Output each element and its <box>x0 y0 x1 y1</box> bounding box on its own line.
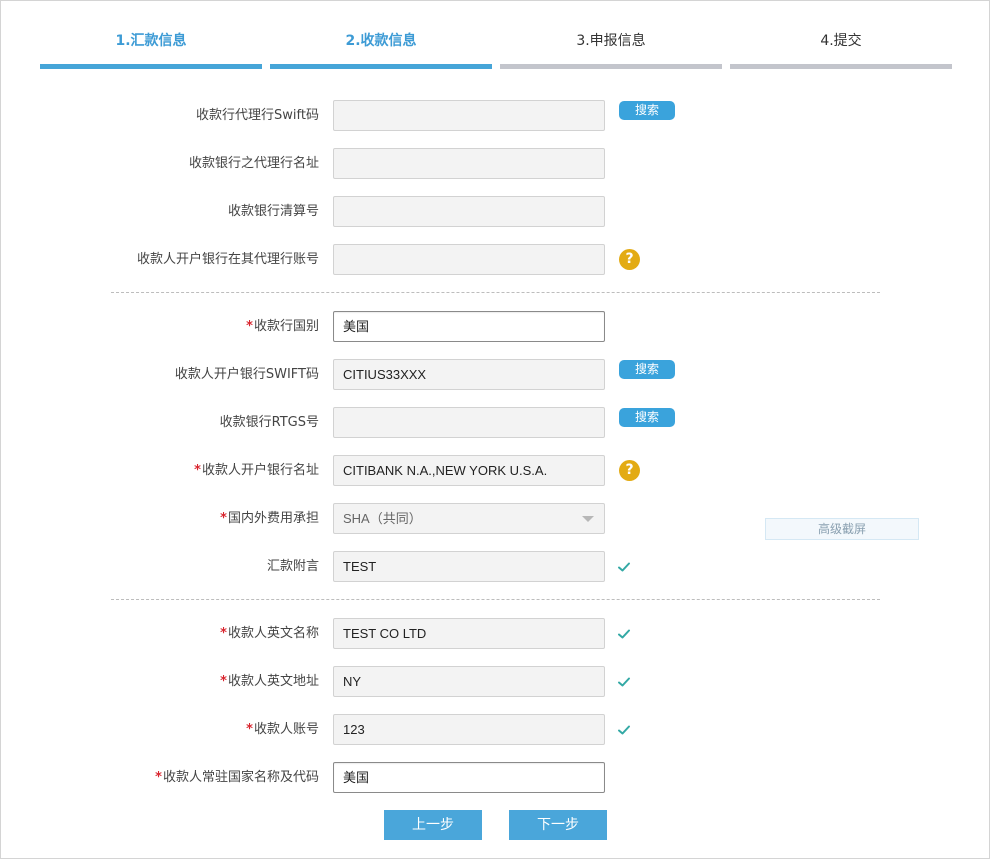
remittance-form-panel: 1.汇款信息 2.收款信息 3.申报信息 4.提交 收款行代理行Swift码 搜索 收款银… <box>0 0 990 859</box>
step-progress-bar <box>500 64 722 69</box>
rtgs-number-field[interactable] <box>333 407 605 438</box>
help-icon[interactable]: ? <box>619 249 640 270</box>
required-asterisk: * <box>246 722 253 737</box>
field-label-text: 收款银行之代理行名址 <box>188 156 319 171</box>
field-label: *国内外费用承担 <box>220 503 319 535</box>
payee-bank-name-field[interactable]: CITIBANK N.A.,NEW YORK U.S.A. <box>333 455 605 486</box>
field-value: TEST CO LTD <box>343 626 427 641</box>
field-label-text: 收款银行清算号 <box>227 204 319 219</box>
fee-bearer-select[interactable]: SHA（共同） <box>333 503 605 534</box>
field-label-text: 国内外费用承担 <box>227 511 319 526</box>
form-row: *收款行国别 美国 <box>1 311 990 343</box>
advanced-capture-button[interactable]: 高级截屏 <box>765 518 919 540</box>
field-label: *收款人常驻国家名称及代码 <box>155 762 319 794</box>
section-divider <box>111 599 880 600</box>
field-value: CITIBANK N.A.,NEW YORK U.S.A. <box>343 463 548 478</box>
field-label: *收款人开户银行名址 <box>194 455 319 487</box>
field-label: *收款人英文地址 <box>220 666 319 698</box>
field-label: *收款人英文名称 <box>220 618 319 650</box>
prev-step-button[interactable]: 上一步 <box>384 810 482 840</box>
step-label: 3.申报信息 <box>576 33 646 49</box>
field-value: 123 <box>343 722 365 737</box>
field-label-text: 收款人账号 <box>253 722 319 737</box>
step-progress-bar <box>40 64 262 69</box>
search-button[interactable]: 搜索 <box>619 360 675 379</box>
search-button[interactable]: 搜索 <box>619 408 675 427</box>
field-label: 收款银行RTGS号 <box>220 407 319 439</box>
field-label: 收款银行之代理行名址 <box>189 148 319 180</box>
field-label-text: 收款人英文地址 <box>227 674 319 689</box>
step-progress-bar <box>270 64 492 69</box>
step-label: 2.收款信息 <box>345 33 417 49</box>
field-value: 美国 <box>343 319 370 334</box>
field-label-text: 收款人开户银行SWIFT码 <box>174 367 319 382</box>
form-row: *收款人常驻国家名称及代码 美国 <box>1 762 990 794</box>
payee-english-name-field[interactable]: TEST CO LTD <box>333 618 605 649</box>
check-icon <box>618 725 630 735</box>
required-asterisk: * <box>220 626 227 641</box>
step-label: 1.汇款信息 <box>115 33 187 49</box>
field-label-text: 汇款附言 <box>266 559 319 574</box>
field-label: *收款人账号 <box>246 714 319 746</box>
payee-country-field[interactable]: 美国 <box>333 762 605 793</box>
field-label: 收款行代理行Swift码 <box>196 100 319 132</box>
help-icon[interactable]: ? <box>619 460 640 481</box>
form-row: *收款人账号 123 <box>1 714 990 746</box>
step-2: 2.收款信息 <box>270 1 492 69</box>
step-1: 1.汇款信息 <box>40 1 262 69</box>
field-label-text: 收款银行RTGS号 <box>219 415 319 430</box>
field-label-text: 收款行国别 <box>253 319 319 334</box>
section-divider <box>111 292 880 293</box>
field-value: TEST <box>343 559 377 574</box>
payee-bank-swift-field[interactable]: CITIUS33XXX <box>333 359 605 390</box>
correspondent-bank-name-field[interactable] <box>333 148 605 179</box>
required-asterisk: * <box>220 674 227 689</box>
step-4: 4.提交 <box>730 1 952 69</box>
field-label-text: 收款人常驻国家名称及代码 <box>162 770 319 785</box>
required-asterisk: * <box>246 319 253 334</box>
check-icon <box>618 677 630 687</box>
form-row: 收款银行清算号 <box>1 196 990 228</box>
form-row: 汇款附言 TEST <box>1 551 990 583</box>
field-label-text: 收款人英文名称 <box>227 626 319 641</box>
form-row: 收款人开户银行SWIFT码 CITIUS33XXX 搜索 <box>1 359 990 391</box>
required-asterisk: * <box>220 511 227 526</box>
check-icon <box>618 629 630 639</box>
form-row: *收款人英文名称 TEST CO LTD <box>1 618 990 650</box>
field-label: 收款人开户银行在其代理行账号 <box>137 244 319 276</box>
payee-english-address-field[interactable]: NY <box>333 666 605 697</box>
form-row: 收款人开户银行在其代理行账号? <box>1 244 990 276</box>
field-label: *收款行国别 <box>246 311 319 343</box>
clearing-number-field[interactable] <box>333 196 605 227</box>
form-row: 收款银行RTGS号 搜索 <box>1 407 990 439</box>
field-label: 收款银行清算号 <box>228 196 319 228</box>
field-label-text: 收款行代理行Swift码 <box>196 108 319 123</box>
check-icon <box>618 562 630 572</box>
step-3: 3.申报信息 <box>500 1 722 69</box>
remittance-note-field[interactable]: TEST <box>333 551 605 582</box>
field-value: NY <box>343 674 362 689</box>
field-value: SHA（共同） <box>343 511 422 526</box>
field-value: 美国 <box>343 770 370 785</box>
correspondent-account-field[interactable] <box>333 244 605 275</box>
correspondent-swift-field[interactable] <box>333 100 605 131</box>
field-label-text: 收款人开户银行在其代理行账号 <box>136 252 319 267</box>
form-row: 收款银行之代理行名址 <box>1 148 990 180</box>
step-progress-bar <box>730 64 952 69</box>
required-asterisk: * <box>155 770 162 785</box>
field-label-text: 收款人开户银行名址 <box>201 463 319 478</box>
next-step-button[interactable]: 下一步 <box>509 810 607 840</box>
dropdown-caret-icon[interactable] <box>582 516 594 522</box>
payee-account-field[interactable]: 123 <box>333 714 605 745</box>
form-row: *收款人开户银行名址 CITIBANK N.A.,NEW YORK U.S.A.? <box>1 455 990 487</box>
step-label: 4.提交 <box>820 33 862 49</box>
search-button[interactable]: 搜索 <box>619 101 675 120</box>
required-asterisk: * <box>194 463 201 478</box>
field-value: CITIUS33XXX <box>343 367 427 382</box>
payee-bank-country-field[interactable]: 美国 <box>333 311 605 342</box>
form-row: *收款人英文地址 NY <box>1 666 990 698</box>
field-label: 汇款附言 <box>267 551 319 583</box>
form-row: 收款行代理行Swift码 搜索 <box>1 100 990 132</box>
field-label: 收款人开户银行SWIFT码 <box>175 359 319 391</box>
